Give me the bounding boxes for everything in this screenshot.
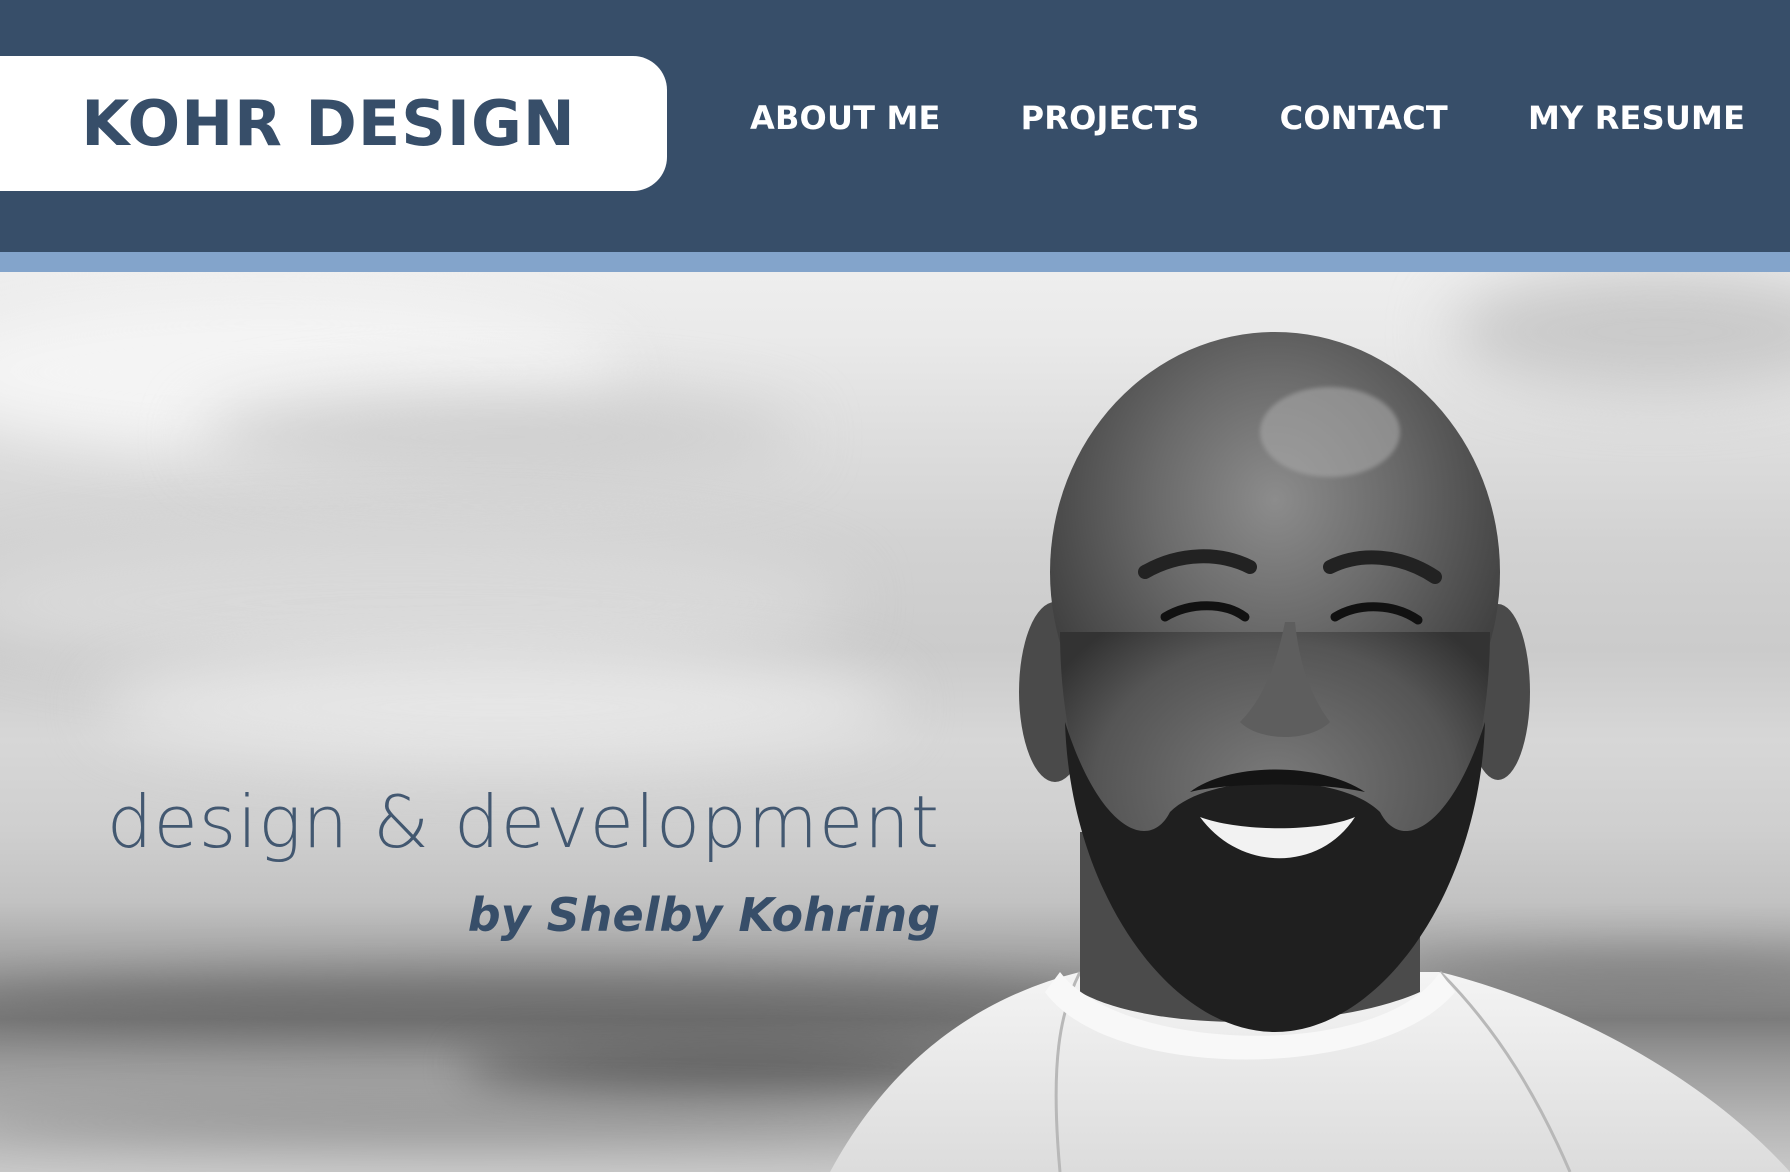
main-nav: ABOUT ME PROJECTS CONTACT MY RESUME bbox=[750, 96, 1745, 140]
logo-text: KOHR DESIGN bbox=[81, 87, 576, 160]
nav-projects[interactable]: PROJECTS bbox=[1021, 99, 1200, 137]
nav-contact[interactable]: CONTACT bbox=[1280, 99, 1448, 137]
header-accent-bar bbox=[0, 252, 1790, 272]
nav-about-me[interactable]: ABOUT ME bbox=[750, 99, 941, 137]
portrait-photo bbox=[830, 332, 1790, 1172]
logo-home-link[interactable]: KOHR DESIGN bbox=[0, 56, 667, 191]
hero-section: design & development by Shelby Kohring bbox=[0, 272, 1790, 1172]
page: KOHR DESIGN ABOUT ME PROJECTS CONTACT MY… bbox=[0, 0, 1790, 1172]
hero-byline: by Shelby Kohring bbox=[467, 888, 940, 942]
nav-my-resume[interactable]: MY RESUME bbox=[1528, 99, 1745, 137]
site-header: KOHR DESIGN ABOUT ME PROJECTS CONTACT MY… bbox=[0, 0, 1790, 252]
hero-tagline: design & development bbox=[106, 780, 940, 864]
